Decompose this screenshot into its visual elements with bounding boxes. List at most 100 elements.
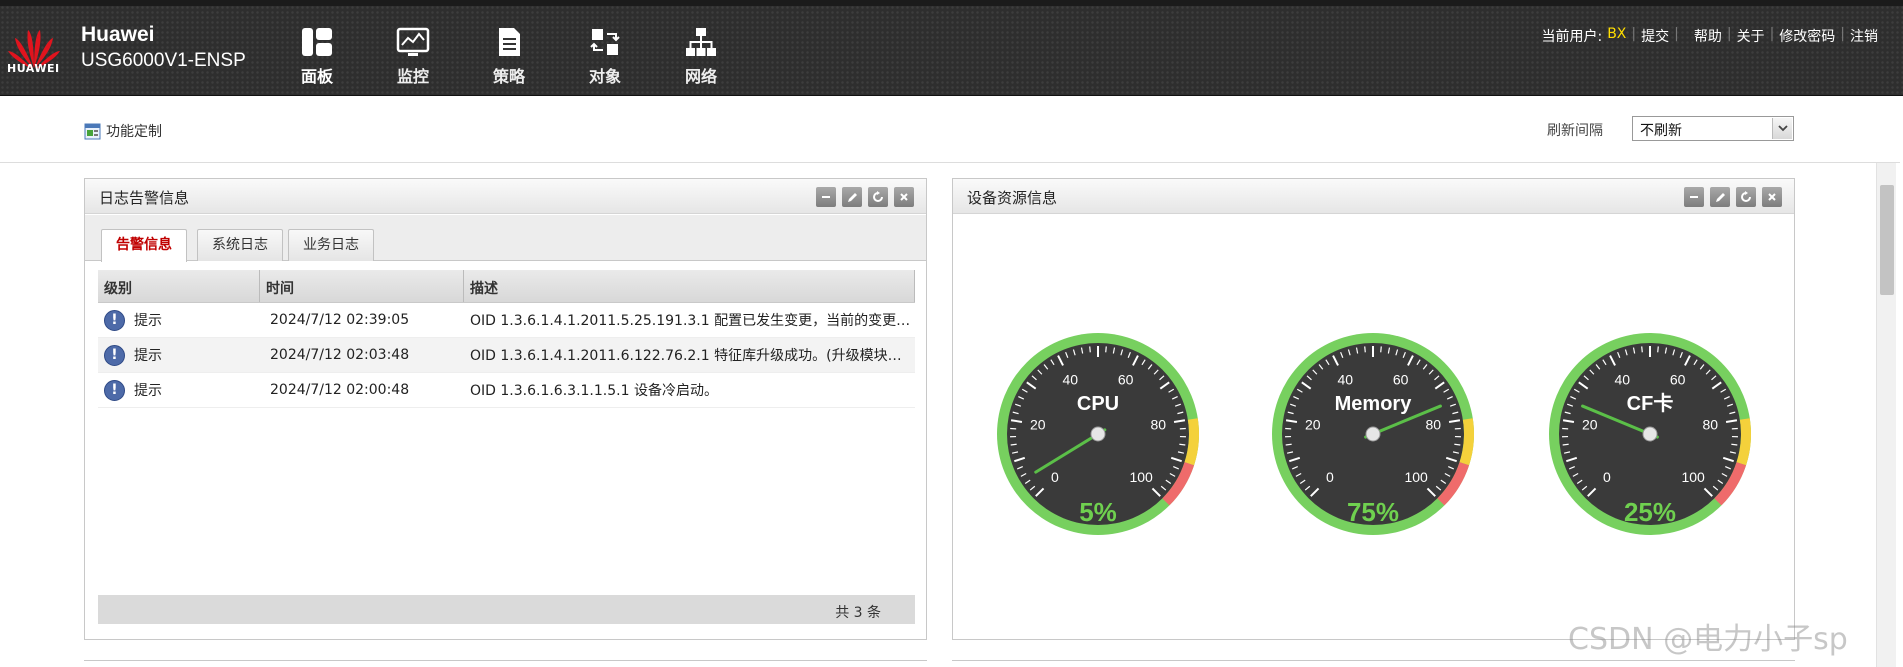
refresh-icon[interactable]	[1736, 187, 1756, 207]
logout-link[interactable]: 注销	[1845, 26, 1883, 46]
gauge-label: CF卡	[1627, 392, 1674, 415]
gauge-2: 0 20 40 60 80 100 CF卡 25%	[1549, 333, 1751, 535]
tab-service-log[interactable]: 业务日志	[288, 229, 374, 261]
gauge-value: 75%	[1347, 497, 1399, 527]
page-scrollbar[interactable]	[1876, 163, 1896, 667]
table-row[interactable]: ! 提示 2024/7/12 02:00:48 OID 1.3.6.1.6.3.1…	[98, 373, 915, 408]
gauge-warning-band	[1459, 418, 1474, 466]
dashboard-toolbar: 功能定制 刷新间隔 不刷新	[0, 97, 1900, 163]
gauge-tick-label: 100	[1681, 469, 1705, 485]
policy-icon	[499, 28, 520, 56]
gauge-tick-label: 60	[1393, 372, 1409, 388]
gauge-1: 0 20 40 60 80 100 Memory 75%	[1272, 333, 1474, 535]
gauge-tick-label: 0	[1326, 469, 1334, 485]
nav-object[interactable]: 对象	[562, 26, 648, 92]
submit-link[interactable]: 提交	[1636, 26, 1674, 46]
gauge-value: 5%	[1079, 497, 1117, 527]
info-icon: !	[104, 309, 125, 331]
gauge-value: 25%	[1624, 497, 1676, 527]
gauge-tick	[1285, 443, 1292, 446]
table-body: ! 提示 2024/7/12 02:39:05 OID 1.3.6.1.4.1.2…	[98, 303, 915, 408]
resource-gauges: 02040 6080100CPU5%02040 6080100Memory75%02…	[997, 333, 1751, 535]
gauge-0: 0 20 40 60 80 100 CPU 5%	[997, 333, 1199, 535]
brand-name: Huawei	[81, 23, 155, 46]
row-description: OID 1.3.6.1.4.1.2011.5.25.191.3.1 配置已发生变…	[470, 313, 915, 329]
gauge-tick	[1657, 346, 1659, 353]
column-description[interactable]: 描述	[464, 270, 915, 302]
next-panel-edge	[952, 660, 1795, 667]
nav-network[interactable]: 网络	[658, 26, 744, 92]
edit-icon[interactable]	[842, 187, 862, 207]
dashboard-icon	[302, 28, 332, 56]
refresh-interval-value: 不刷新	[1640, 123, 1682, 139]
gauge-tick	[1380, 346, 1382, 353]
tab-system-log[interactable]: 系统日志	[197, 229, 283, 261]
panel-tools	[1684, 187, 1782, 207]
table-row[interactable]: ! 提示 2024/7/12 02:03:48 OID 1.3.6.1.4.1.2…	[98, 338, 915, 373]
close-icon[interactable]	[894, 187, 914, 207]
column-level[interactable]: 级别	[98, 270, 260, 302]
refresh-interval-select[interactable]: 不刷新	[1632, 116, 1794, 141]
panel-header: 日志告警信息	[85, 179, 926, 214]
row-time: 2024/7/12 02:00:48	[270, 382, 410, 398]
table-row[interactable]: ! 提示 2024/7/12 02:39:05 OID 1.3.6.1.4.1.2…	[98, 303, 915, 338]
gauge-tick-label: 60	[1118, 372, 1134, 388]
close-icon[interactable]	[1762, 187, 1782, 207]
nav-label: 网络	[684, 67, 717, 86]
gauge-tick	[1105, 346, 1107, 353]
gauge-needle-hub	[1090, 426, 1106, 442]
monitor-icon	[396, 27, 430, 56]
gauge-tick-label: 20	[1305, 416, 1321, 432]
object-icon	[590, 29, 620, 55]
about-link[interactable]: 关于	[1732, 26, 1770, 46]
table-header: 级别 时间 描述	[98, 270, 915, 303]
info-icon: !	[104, 344, 125, 366]
current-user-name: BX	[1607, 26, 1627, 42]
next-panel-edge	[84, 660, 927, 667]
customize-icon	[84, 123, 101, 139]
edit-icon[interactable]	[1710, 187, 1730, 207]
gauge-tick	[1454, 443, 1461, 446]
minimize-icon[interactable]	[1684, 187, 1704, 207]
row-level: 提示	[134, 383, 162, 399]
gauge-tick-label: 100	[1404, 469, 1428, 485]
scrollbar-thumb[interactable]	[1880, 185, 1894, 295]
nav-label: 面板	[300, 67, 333, 86]
chevron-down-icon[interactable]	[1772, 118, 1792, 139]
help-link[interactable]: 帮助	[1689, 26, 1727, 46]
change-password-link[interactable]: 修改密码	[1774, 26, 1840, 46]
gauge-tick-label: 20	[1582, 416, 1598, 432]
info-icon: !	[104, 379, 125, 401]
customize-button[interactable]: 功能定制	[84, 121, 162, 141]
tab-alarm[interactable]: 告警信息	[101, 229, 187, 262]
nav-dashboard[interactable]: 面板	[274, 26, 360, 92]
row-description: OID 1.3.6.1.6.3.1.1.5.1 设备冷启动。	[470, 383, 718, 399]
column-time[interactable]: 时间	[260, 270, 464, 302]
refresh-interval-label: 刷新间隔	[1547, 123, 1603, 139]
gauge-tick-label: 40	[1615, 372, 1631, 388]
gauge-tick-label: 80	[1702, 416, 1718, 432]
row-level: 提示	[134, 348, 162, 364]
gauge-needle-hub	[1642, 426, 1658, 442]
panel-title: 设备资源信息	[967, 189, 1058, 207]
alarm-table: 级别 时间 描述 ! 提示 2024/7/12 02:39:05 OID 1.3.…	[98, 270, 915, 408]
gauge-tick	[1731, 443, 1738, 446]
log-tabs: 告警信息 系统日志 业务日志	[85, 215, 926, 262]
logo-text: HUAWEI	[7, 62, 60, 75]
gauge-tick-label: 60	[1670, 372, 1686, 388]
network-icon	[686, 28, 716, 56]
gauge-label: CPU	[1077, 393, 1119, 415]
refresh-icon[interactable]	[868, 187, 888, 207]
nav-monitor[interactable]: 监控	[370, 26, 456, 92]
gauge-tick	[1179, 443, 1186, 446]
panel-title: 日志告警信息	[99, 189, 190, 207]
gauge-tick	[1089, 346, 1091, 353]
table-footer-count: 共 3 条	[98, 595, 915, 624]
minimize-icon[interactable]	[816, 187, 836, 207]
gauge-tick-label: 0	[1051, 469, 1059, 485]
panel-header: 设备资源信息	[953, 179, 1794, 214]
row-time: 2024/7/12 02:03:48	[270, 347, 410, 363]
row-time: 2024/7/12 02:39:05	[270, 312, 410, 328]
nav-policy[interactable]: 策略	[466, 26, 552, 92]
gauge-needle-hub	[1365, 426, 1381, 442]
